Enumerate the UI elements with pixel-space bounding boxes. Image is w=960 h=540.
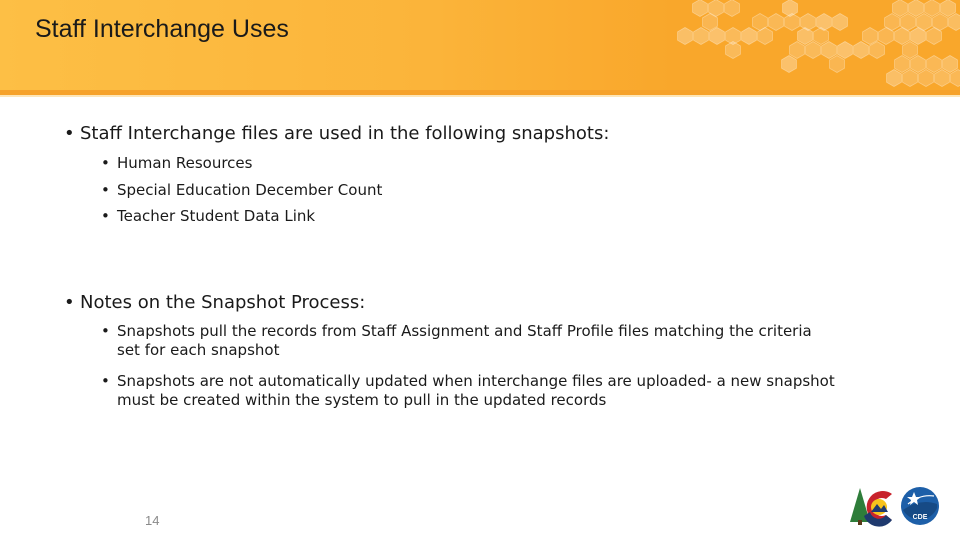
list-item-text: Special Education December Count bbox=[117, 181, 383, 199]
list-item-text: Human Resources bbox=[117, 154, 253, 172]
bullet-icon: • bbox=[101, 207, 110, 225]
list-item-text: Snapshots are not automatically updated … bbox=[117, 372, 835, 410]
list-item: • Snapshots are not automatically updated… bbox=[101, 372, 835, 410]
bullet-icon: • bbox=[101, 322, 110, 340]
list-item: • Snapshots pull the records from Staff A… bbox=[101, 322, 812, 360]
list-item: • Special Education December Count bbox=[101, 181, 382, 200]
bullet-icon: • bbox=[64, 292, 75, 313]
logo-group: CDE bbox=[850, 487, 939, 527]
bullet-icon: • bbox=[64, 123, 75, 144]
bullet-icon: • bbox=[101, 154, 110, 172]
section-label: Notes on the Snapshot Process: bbox=[80, 292, 366, 313]
list-item-line: Snapshots are not automatically updated … bbox=[117, 372, 835, 390]
slide-body: • Staff Interchange files are used in the… bbox=[0, 0, 960, 540]
section-label: Staff Interchange files are used in the … bbox=[80, 123, 610, 144]
list-item-line: set for each snapshot bbox=[117, 341, 280, 359]
list-item-text: Snapshots pull the records from Staff As… bbox=[117, 322, 812, 360]
list-item-text: Teacher Student Data Link bbox=[117, 207, 316, 225]
list-item: • Human Resources bbox=[101, 154, 252, 173]
list-item-line: Snapshots pull the records from Staff As… bbox=[117, 322, 812, 340]
colorado-logo-icon bbox=[850, 488, 892, 527]
list-item: • Teacher Student Data Link bbox=[101, 207, 315, 226]
page-number: 14 bbox=[145, 513, 160, 528]
cde-logo-text: CDE bbox=[913, 514, 928, 521]
bullet-icon: • bbox=[101, 181, 110, 199]
bullet-icon: • bbox=[101, 372, 110, 390]
list-item-line: must be created within the system to pul… bbox=[117, 391, 607, 409]
bullet-section-snapshots: • Staff Interchange files are used in the… bbox=[64, 123, 609, 144]
cde-logo-icon: CDE bbox=[901, 487, 939, 525]
bullet-section-notes: • Notes on the Snapshot Process: bbox=[64, 292, 365, 313]
